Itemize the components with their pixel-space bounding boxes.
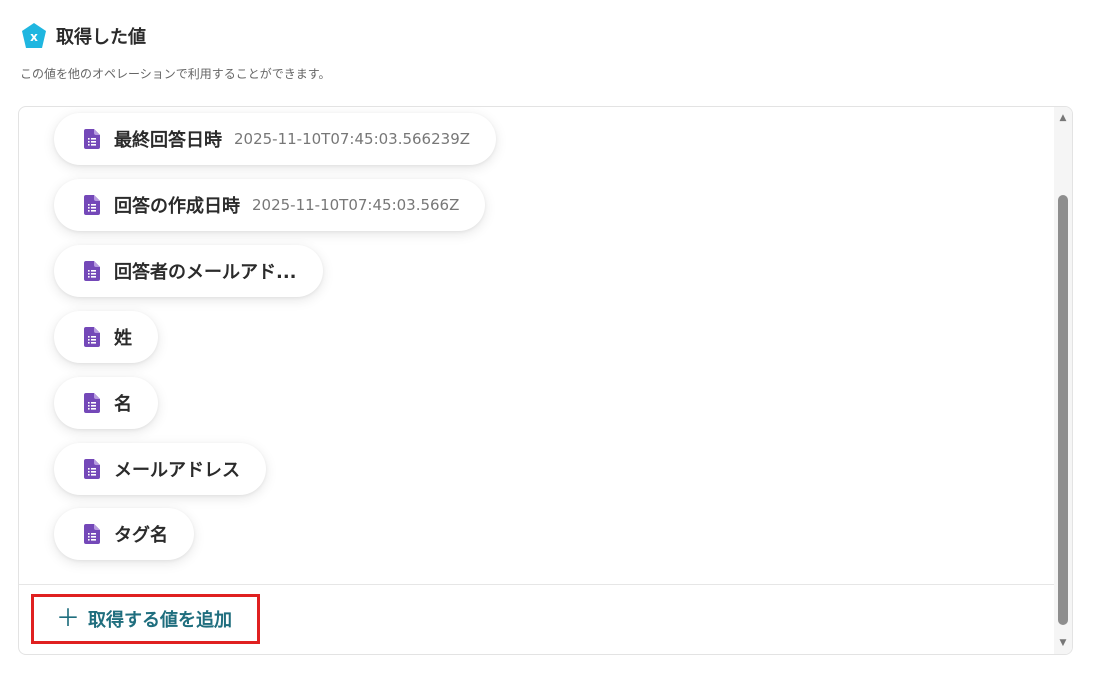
- value-label: 最終回答日時: [114, 130, 222, 151]
- value-sample: 2025-11-10T07:45:03.566239Z: [234, 130, 471, 148]
- scrollbar-thumb[interactable]: [1058, 195, 1068, 625]
- value-label: メールアドレス: [114, 460, 240, 481]
- google-forms-document-icon: [84, 459, 100, 479]
- value-list[interactable]: 最終回答日時 2025-11-10T07:45:03.566239Z 回答の作成…: [19, 107, 1054, 584]
- google-forms-document-icon: [84, 195, 100, 215]
- value-label: 回答者のメールアド...: [114, 262, 297, 283]
- retrieved-values-panel: 最終回答日時 2025-11-10T07:45:03.566239Z 回答の作成…: [18, 106, 1073, 655]
- value-pill[interactable]: 最終回答日時 2025-11-10T07:45:03.566239Z: [54, 113, 497, 165]
- google-forms-document-icon: [84, 261, 100, 281]
- section-title: 取得した値: [56, 27, 146, 48]
- google-forms-document-icon: [84, 129, 100, 149]
- value-pill[interactable]: 回答の作成日時 2025-11-10T07:45:03.566Z: [54, 179, 486, 231]
- value-pill[interactable]: メールアドレス: [54, 443, 266, 495]
- google-forms-document-icon: [84, 524, 100, 544]
- value-label: 名: [114, 394, 132, 415]
- add-value-label: 取得する値を追加: [88, 610, 232, 631]
- svg-text:x: x: [30, 30, 38, 44]
- vertical-scrollbar[interactable]: ▲ ▼: [1054, 107, 1072, 654]
- value-pill[interactable]: 名: [54, 377, 158, 429]
- google-forms-document-icon: [84, 393, 100, 413]
- yoom-logo-icon: x: [22, 23, 46, 48]
- add-value-button[interactable]: ＋ 取得する値を追加: [31, 594, 260, 644]
- scroll-down-arrow-icon[interactable]: ▼: [1054, 636, 1072, 650]
- panel-divider: [19, 584, 1054, 585]
- google-forms-document-icon: [84, 327, 100, 347]
- scroll-up-arrow-icon[interactable]: ▲: [1054, 111, 1072, 125]
- value-label: 姓: [114, 328, 132, 349]
- value-pill[interactable]: 姓: [54, 311, 158, 363]
- section-description: この値を他のオペレーションで利用することができます。: [20, 67, 331, 81]
- plus-icon: ＋: [56, 604, 80, 632]
- value-label: 回答の作成日時: [114, 196, 240, 217]
- value-sample: 2025-11-10T07:45:03.566Z: [252, 196, 460, 214]
- value-label: タグ名: [114, 525, 168, 546]
- value-pill[interactable]: タグ名: [54, 508, 194, 560]
- section-header: x 取得した値: [20, 22, 146, 50]
- value-pill[interactable]: 回答者のメールアド...: [54, 245, 323, 297]
